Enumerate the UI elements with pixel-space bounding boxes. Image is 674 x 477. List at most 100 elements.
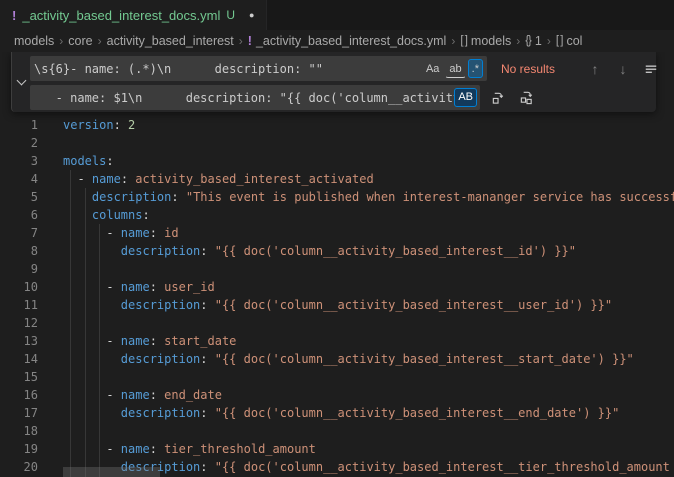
regex-toggle[interactable]: .* (468, 59, 483, 78)
chevron-down-icon (16, 75, 26, 85)
match-case-toggle[interactable]: Aa (422, 59, 443, 78)
breadcrumb-item[interactable]: activity_based_interest (107, 34, 234, 48)
line-number: 16 (0, 386, 38, 404)
git-untracked-badge: U (226, 8, 235, 22)
replace-buttons (488, 88, 536, 108)
code-line[interactable]: 13 - name: start_date (0, 332, 674, 350)
line-number: 13 (0, 332, 38, 350)
tab-active-file[interactable]: ! _activity_based_interest_docs.yml U ● (0, 0, 267, 30)
code-line[interactable]: 14 description: "{{ doc('column__activit… (0, 350, 674, 368)
code-line[interactable]: 16 - name: end_date (0, 386, 674, 404)
breadcrumb-items: models › core › activity_based_interest › !_ac… (14, 34, 582, 48)
find-nav-buttons: ↑ ↓ × (585, 59, 674, 79)
line-number: 12 (0, 314, 38, 332)
indent-guide (85, 188, 86, 477)
breadcrumb-item-label: 1 (535, 34, 542, 48)
preserve-case-toggle[interactable]: AB (454, 88, 477, 107)
breadcrumb-separator: › (239, 34, 243, 48)
breadcrumb-separator: › (451, 34, 455, 48)
line-number: 9 (0, 260, 38, 278)
code-text: - name: end_date (63, 386, 222, 404)
breadcrumb-item[interactable]: !_activity_based_interest_docs.yml (248, 34, 447, 48)
line-number: 1 (0, 116, 38, 134)
breadcrumb-item[interactable]: {} 1 (525, 34, 542, 48)
line-number: 4 (0, 170, 38, 188)
find-options: Aa ab .* (422, 59, 483, 78)
code-line[interactable]: 10 - name: user_id (0, 278, 674, 296)
code-text: columns: (63, 206, 150, 224)
tab-bar: ! _activity_based_interest_docs.yml U ● (0, 0, 674, 30)
next-match-button[interactable]: ↓ (613, 59, 633, 79)
line-number: 19 (0, 440, 38, 458)
indent-guide (70, 170, 71, 477)
code-line[interactable]: 2 (0, 134, 674, 152)
object-symbol-icon: {} (525, 35, 531, 47)
code-line[interactable]: 19 - name: tier_threshold_amount (0, 440, 674, 458)
line-number: 11 (0, 296, 38, 314)
code-line[interactable]: 11 description: "{{ doc('column__activit… (0, 296, 674, 314)
code-text: - name: activity_based_interest_activate… (63, 170, 374, 188)
breadcrumb-item-label: models (14, 34, 54, 48)
code-text: - name: id (63, 224, 179, 242)
replace-all-button[interactable] (516, 88, 536, 108)
code-line[interactable]: 15 (0, 368, 674, 386)
find-input-value: \s{6}- name: (.*)\n description: "" (34, 62, 418, 76)
previous-match-button[interactable]: ↑ (585, 59, 605, 79)
find-in-selection-button[interactable] (641, 59, 661, 79)
yaml-file-icon: ! (12, 8, 16, 23)
find-result-status: No results (501, 62, 573, 76)
line-number: 18 (0, 422, 38, 440)
code-text: - name: start_date (63, 332, 236, 350)
array-symbol-icon: [ ] (460, 35, 467, 47)
replace-icon (491, 90, 506, 105)
code-text: - name: tier_threshold_amount (63, 440, 316, 458)
code-text: description: "This event is published wh… (63, 188, 674, 206)
line-number: 5 (0, 188, 38, 206)
unsaved-dot-icon[interactable]: ● (249, 10, 254, 20)
replace-input-value: - name: $1\n description: "{{ doc('colum… (34, 91, 476, 105)
line-number: 8 (0, 242, 38, 260)
code-text: description: "{{ doc('column__activity_b… (63, 404, 619, 422)
code-line[interactable]: 18 (0, 422, 674, 440)
breadcrumb-item[interactable]: core (68, 34, 92, 48)
code-text: models: (63, 152, 114, 170)
code-line[interactable]: 3models: (0, 152, 674, 170)
line-number: 17 (0, 404, 38, 422)
breadcrumb-item-label: col (566, 34, 582, 48)
replace-input[interactable]: - name: $1\n description: "{{ doc('colum… (30, 85, 480, 110)
breadcrumb-item-label: activity_based_interest (107, 34, 234, 48)
breadcrumb-item[interactable]: [ ] models (460, 34, 511, 48)
breadcrumb-separator: › (59, 34, 63, 48)
find-input[interactable]: \s{6}- name: (.*)\n description: "" Aa a… (30, 56, 487, 81)
line-number: 10 (0, 278, 38, 296)
code-line[interactable]: 8 description: "{{ doc('column__activity… (0, 242, 674, 260)
find-widget-main: \s{6}- name: (.*)\n description: "" Aa a… (30, 52, 674, 112)
breadcrumb-item[interactable]: [ ]col (556, 34, 583, 48)
code-line[interactable]: 5 description: "This event is published … (0, 188, 674, 206)
array-symbol-icon: [ ] (556, 35, 563, 47)
find-row: \s{6}- name: (.*)\n description: "" Aa a… (30, 56, 674, 81)
breadcrumb-item-label: models (471, 34, 511, 48)
close-find-widget-button[interactable]: × (669, 59, 674, 79)
breadcrumb-separator: › (547, 34, 551, 48)
code-line[interactable]: 9 (0, 260, 674, 278)
code-text: description: "{{ doc('column__activity_b… (63, 296, 612, 314)
replace-button[interactable] (488, 88, 508, 108)
line-number: 15 (0, 368, 38, 386)
code-line[interactable]: 17 description: "{{ doc('column__activit… (0, 404, 674, 422)
breadcrumb: models › core › activity_based_interest › !_ac… (0, 30, 674, 52)
code-line[interactable]: 1version: 2 (0, 116, 674, 134)
breadcrumb-item[interactable]: models (14, 34, 54, 48)
code-line[interactable]: 7 - name: id (0, 224, 674, 242)
breadcrumb-separator: › (98, 34, 102, 48)
toggle-replace-button[interactable] (12, 52, 30, 112)
editor[interactable]: 1version: 223models:4 - name: activity_b… (0, 52, 674, 477)
code-line[interactable]: 12 (0, 314, 674, 332)
line-number: 14 (0, 350, 38, 368)
horizontal-scrollbar[interactable] (63, 467, 160, 477)
indent-guide (99, 224, 100, 477)
yaml-file-icon: ! (248, 34, 252, 48)
whole-word-toggle[interactable]: ab (445, 59, 465, 78)
code-line[interactable]: 6 columns: (0, 206, 674, 224)
code-line[interactable]: 4 - name: activity_based_interest_activa… (0, 170, 674, 188)
